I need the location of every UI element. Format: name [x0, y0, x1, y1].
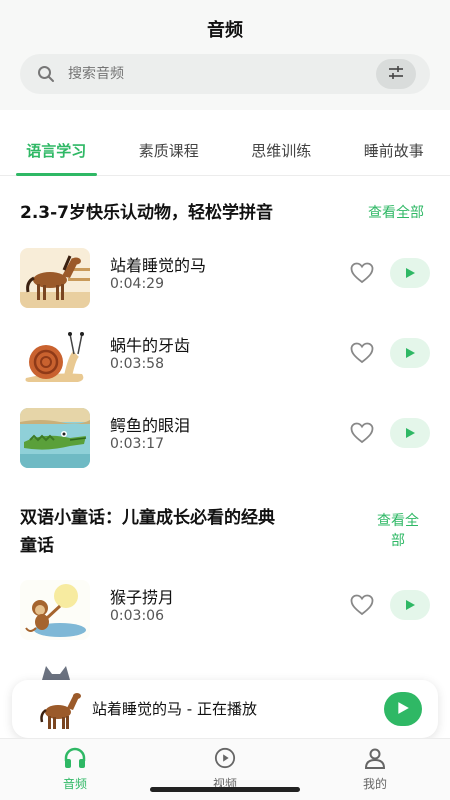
filter-button[interactable] [376, 59, 416, 89]
category-tabs: 语言学习 素质课程 思维训练 睡前故事 [0, 128, 450, 176]
play-icon [396, 700, 410, 719]
sliders-icon [388, 65, 404, 84]
list-item[interactable]: 鳄鱼的眼泪 0:03:17 [0, 398, 450, 478]
item-title: 站着睡觉的马 [110, 256, 207, 275]
search-icon [36, 64, 56, 84]
item-duration: 0:04:29 [110, 276, 164, 292]
tab-thinking-training[interactable]: 思维训练 [225, 128, 338, 175]
crocodile-thumbnail [20, 408, 90, 468]
play-icon [404, 596, 416, 615]
partial-list-item-thumbnail [20, 660, 90, 680]
item-duration: 0:03:17 [110, 436, 164, 452]
item-title: 猴子捞月 [110, 588, 175, 607]
header: 音频 [0, 0, 450, 110]
play-icon [404, 344, 416, 363]
tab-quality-courses[interactable]: 素质课程 [113, 128, 226, 175]
tab-language-learning[interactable]: 语言学习 [0, 128, 113, 176]
monkey-thumbnail [20, 580, 90, 640]
heart-icon[interactable] [350, 422, 376, 446]
nav-item-audio[interactable]: 音频 [0, 739, 150, 800]
horse-thumbnail [20, 248, 90, 308]
play-icon [404, 264, 416, 283]
see-all-link[interactable]: 查看全部 [358, 203, 434, 223]
now-playing-thumbnail [36, 686, 86, 732]
item-duration: 0:03:06 [110, 608, 164, 624]
item-duration: 0:03:58 [110, 356, 164, 372]
list-item[interactable]: 猴子捞月 0:03:06 [0, 570, 450, 650]
play-button[interactable] [390, 590, 430, 620]
now-playing-bar[interactable]: 站着睡觉的马 - 正在播放 [12, 680, 438, 738]
heart-icon[interactable] [350, 262, 376, 286]
now-playing-text: 站着睡觉的马 - 正在播放 [92, 700, 257, 718]
heart-icon[interactable] [350, 594, 376, 618]
tab-bedtime-stories[interactable]: 睡前故事 [338, 128, 450, 175]
play-button[interactable] [390, 338, 430, 368]
heart-icon[interactable] [350, 342, 376, 366]
nav-label: 音频 [62, 777, 87, 791]
search-bar[interactable] [20, 54, 430, 94]
play-button[interactable] [390, 418, 430, 448]
list-item[interactable]: 站着睡觉的马 0:04:29 [0, 238, 450, 318]
page-title: 音频 [207, 20, 243, 41]
item-title: 鳄鱼的眼泪 [110, 416, 191, 435]
nav-label: 我的 [362, 777, 387, 791]
headphones-icon [63, 747, 87, 773]
see-all-line1: 查看全 [377, 513, 419, 529]
section-title-line1: 双语小童话：儿童成长必看的经典 [20, 508, 275, 528]
section-title: 2.3-7岁快乐认动物，轻松学拼音 [20, 203, 273, 223]
item-title: 蜗牛的牙齿 [110, 336, 191, 355]
play-icon [404, 424, 416, 443]
section-title-line2: 童话 [20, 536, 54, 556]
play-circle-icon [213, 747, 237, 773]
snail-thumbnail [20, 328, 90, 388]
play-button[interactable] [390, 258, 430, 288]
nav-item-profile[interactable]: 我的 [300, 739, 450, 800]
see-all-link[interactable]: 查看全 部 [366, 511, 430, 551]
search-input[interactable] [68, 66, 358, 82]
now-playing-play-button[interactable] [384, 692, 422, 726]
user-icon [363, 748, 387, 773]
see-all-line2: 部 [391, 533, 405, 549]
list-item[interactable]: 蜗牛的牙齿 0:03:58 [0, 318, 450, 398]
home-indicator [150, 787, 300, 792]
